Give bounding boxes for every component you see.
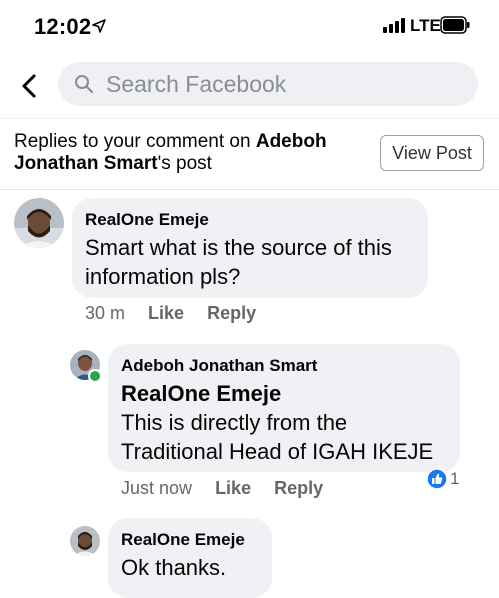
- comment-text-line: information pls?: [85, 264, 241, 289]
- back-icon[interactable]: [14, 70, 46, 102]
- comment-text-line: Traditional Head of IGAH IKEJE: [121, 439, 434, 464]
- signal-icon: [383, 18, 405, 33]
- comment-author[interactable]: Adeboh Jonathan Smart: [121, 356, 317, 376]
- comment-actions: Just now Like Reply: [121, 478, 323, 499]
- comment-author[interactable]: RealOne Emeje: [121, 530, 245, 550]
- reply-bubble: RealOne Emeje Ok thanks.: [108, 518, 272, 598]
- battery-icon: [440, 16, 470, 34]
- comment-actions: 30 m Like Reply: [85, 303, 256, 324]
- avatar-image: [14, 198, 64, 248]
- network-type: LTE: [410, 16, 441, 35]
- comment-time: 30 m: [85, 303, 126, 323]
- comment-text-line: Ok thanks.: [121, 555, 227, 580]
- comment-time: Just now: [121, 478, 193, 498]
- title-suffix: 's post: [157, 153, 212, 174]
- reply-button[interactable]: Reply: [207, 303, 256, 323]
- location-arrow-icon: [92, 19, 106, 33]
- comment-bubble: RealOne Emeje Smart what is the source o…: [72, 198, 428, 298]
- like-button[interactable]: Like: [148, 303, 184, 323]
- reaction-count: 1: [450, 469, 460, 488]
- view-post-button[interactable]: View Post: [380, 135, 484, 171]
- avatar[interactable]: [14, 198, 64, 248]
- like-button[interactable]: Like: [215, 478, 251, 498]
- status-time: 12:02: [34, 14, 92, 39]
- comment-text-line: Smart what is the source of this: [85, 235, 392, 260]
- page-title: Replies to your comment on Adeboh Jonath…: [14, 131, 364, 175]
- reply-bubble: Adeboh Jonathan Smart RealOne Emeje This…: [108, 344, 460, 472]
- reply-button[interactable]: Reply: [274, 478, 323, 498]
- replies-header: Replies to your comment on Adeboh Jonath…: [0, 118, 499, 190]
- status-bar: 12:02 LTE: [0, 0, 499, 56]
- search-icon: [75, 75, 94, 94]
- avatar[interactable]: [70, 526, 100, 556]
- mention-link[interactable]: RealOne Emeje: [121, 379, 281, 408]
- reaction-summary[interactable]: 1: [426, 468, 459, 490]
- avatar-image: [70, 526, 100, 556]
- comment-author[interactable]: RealOne Emeje: [85, 210, 209, 230]
- like-reaction-icon: [426, 468, 448, 490]
- search-input[interactable]: Search Facebook: [58, 62, 478, 106]
- online-status-dot: [88, 369, 102, 383]
- search-placeholder: Search Facebook: [106, 71, 287, 97]
- title-prefix: Replies to your comment on: [14, 131, 256, 152]
- comment-text-line: This is directly from the: [121, 410, 348, 435]
